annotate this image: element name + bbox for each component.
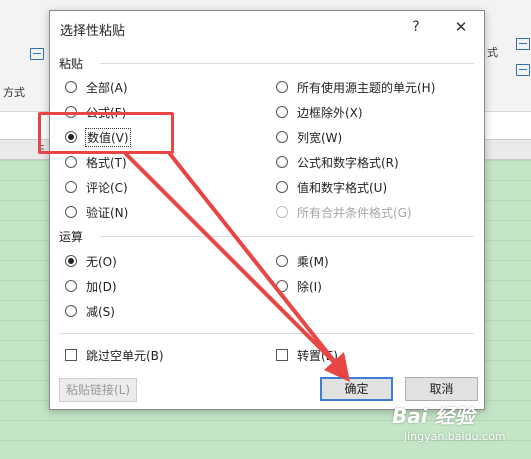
radio-button[interactable]	[65, 280, 77, 292]
radio-button[interactable]	[276, 280, 288, 292]
ok-button[interactable]: 确定	[320, 377, 393, 401]
radio-formulas-and-number-formats[interactable]: 公式和数字格式(R)	[276, 153, 399, 171]
radio-button[interactable]	[276, 255, 288, 267]
help-button[interactable]: ?	[406, 17, 426, 37]
option-label: 列宽(W)	[297, 130, 343, 145]
operation-section-label: 运算	[59, 230, 84, 244]
radio-button[interactable]	[276, 106, 288, 118]
paste-section-label: 粘贴	[59, 57, 84, 71]
close-button[interactable]: ✕	[450, 16, 472, 38]
dialog-title: 选择性粘贴	[60, 24, 126, 39]
watermark-url: jingyan.baidu.com	[404, 430, 506, 443]
radio-button-disabled	[276, 206, 288, 218]
option-label: 边框除外(X)	[297, 105, 363, 120]
option-label: 乘(M)	[297, 254, 329, 269]
radio-paste-validation[interactable]: 验证(N)	[65, 203, 128, 221]
ribbon-label: 式	[487, 46, 498, 59]
table-icon[interactable]	[516, 38, 530, 50]
radio-button[interactable]	[276, 156, 288, 168]
radio-button-selected[interactable]	[65, 255, 77, 267]
option-label: 所有使用源主题的单元(H)	[297, 80, 436, 95]
option-label: 评论(C)	[86, 180, 128, 195]
radio-op-none[interactable]: 无(O)	[65, 252, 117, 270]
radio-button[interactable]	[276, 131, 288, 143]
ribbon-label: 方式	[3, 86, 25, 99]
watermark-main: Bai 经验	[392, 404, 475, 428]
option-label: 公式和数字格式(R)	[297, 155, 399, 170]
radio-button[interactable]	[65, 156, 77, 168]
radio-button[interactable]	[276, 181, 288, 193]
radio-values-and-number-formats[interactable]: 值和数字格式(U)	[276, 178, 387, 196]
divider	[60, 333, 474, 334]
checkbox[interactable]	[276, 349, 288, 361]
checkbox-transpose[interactable]: 转置(E)	[276, 346, 338, 364]
radio-paste-comments[interactable]: 评论(C)	[65, 178, 128, 196]
radio-paste-formats[interactable]: 格式(T)	[65, 153, 127, 171]
radio-button[interactable]	[65, 181, 77, 193]
option-label: 无(O)	[86, 254, 117, 269]
checkbox[interactable]	[65, 349, 77, 361]
option-label: 格式(T)	[86, 155, 127, 170]
radio-button[interactable]	[65, 305, 77, 317]
option-label: 减(S)	[86, 304, 115, 319]
radio-op-multiply[interactable]: 乘(M)	[276, 252, 329, 270]
option-label: 验证(N)	[86, 205, 129, 220]
radio-button[interactable]	[276, 81, 288, 93]
option-label: 除(I)	[297, 279, 322, 294]
option-label: 转置(E)	[297, 348, 338, 363]
watermark: Bai 经验 jingyan.baidu.com	[392, 400, 528, 452]
paste-link-button: 粘贴链接(L)	[59, 378, 137, 402]
radio-all-except-borders[interactable]: 边框除外(X)	[276, 103, 363, 121]
radio-button[interactable]	[65, 206, 77, 218]
radio-column-widths[interactable]: 列宽(W)	[276, 128, 342, 146]
radio-op-subtract[interactable]: 减(S)	[65, 302, 115, 320]
option-label: 所有合并条件格式(G)	[297, 205, 412, 220]
cancel-button[interactable]: 取消	[405, 377, 478, 401]
radio-op-add[interactable]: 加(D)	[65, 277, 117, 295]
radio-op-divide[interactable]: 除(I)	[276, 277, 322, 295]
paste-special-dialog: 选择性粘贴 ? ✕ 粘贴 全部(A) 公式(F) 数值(V) 格式(T) 评论(…	[49, 10, 485, 410]
radio-paste-all[interactable]: 全部(A)	[65, 78, 128, 96]
table-icon[interactable]	[516, 64, 530, 76]
radio-all-using-source-theme[interactable]: 所有使用源主题的单元(H)	[276, 78, 435, 96]
divider	[100, 63, 474, 64]
radio-all-merging-conditional-formats: 所有合并条件格式(G)	[276, 203, 412, 221]
option-label: 跳过空单元(B)	[86, 348, 164, 363]
option-label: 全部(A)	[86, 80, 128, 95]
option-label: 值和数字格式(U)	[297, 180, 388, 195]
option-label: 加(D)	[86, 279, 117, 294]
table-icon[interactable]	[30, 48, 44, 60]
divider	[100, 236, 474, 237]
checkbox-skip-blanks[interactable]: 跳过空单元(B)	[65, 346, 164, 364]
radio-button[interactable]	[65, 81, 77, 93]
annotation-highlight-box	[38, 112, 174, 154]
